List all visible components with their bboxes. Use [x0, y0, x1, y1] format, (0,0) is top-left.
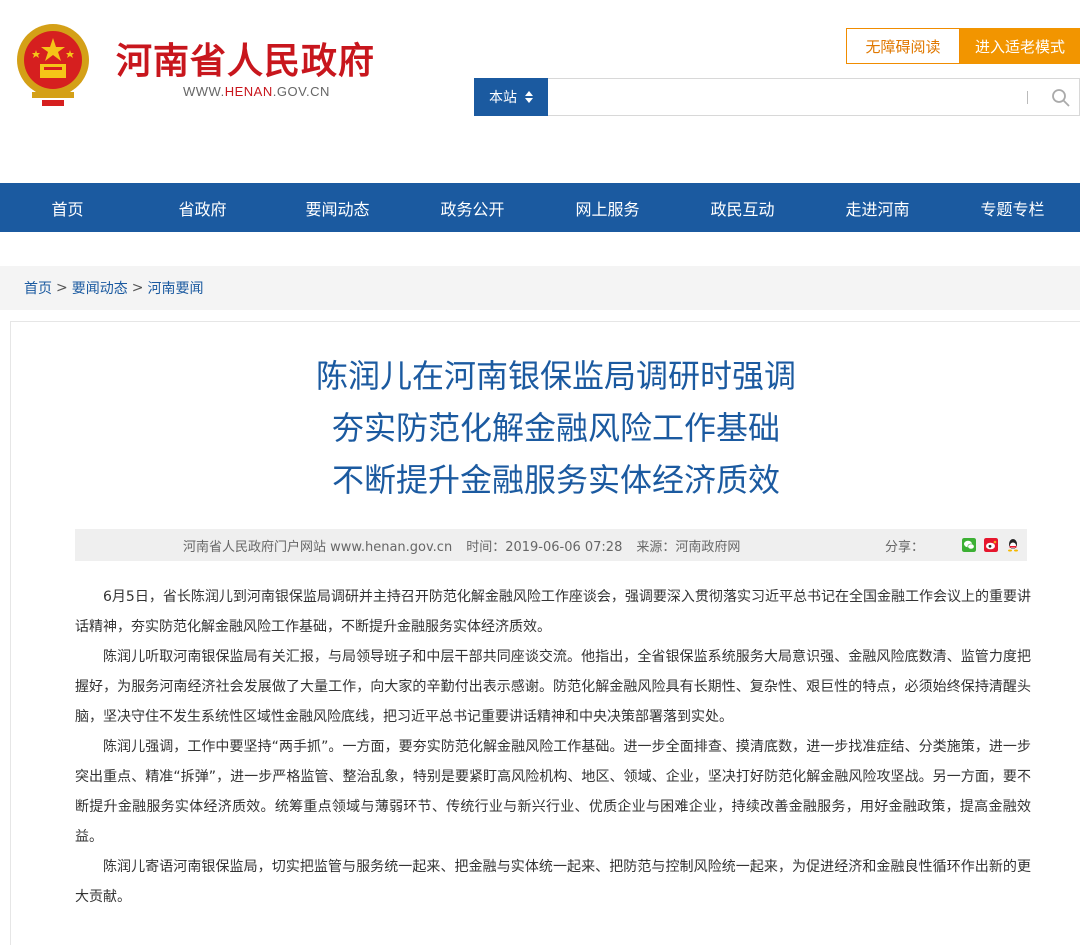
- wechat-icon[interactable]: [962, 538, 977, 552]
- article-paragraph: 陈润儿寄语河南银保监局，切实把监管与服务统一起来、把金融与实体统一起来、把防范与…: [75, 859, 1031, 905]
- site-url: WWW.HENAN.GOV.CN: [183, 84, 330, 99]
- article-title: 陈润儿在河南银保监局调研时强调 夯实防范化解金融风险工作基础 不断提升金融服务实…: [11, 350, 1080, 506]
- main-nav: 首页 省政府 要闻动态 政务公开 网上服务 政民互动 走进河南 专题专栏: [0, 183, 1080, 232]
- qq-icon[interactable]: [1006, 538, 1020, 552]
- article-title-line: 陈润儿在河南银保监局调研时强调: [315, 357, 796, 395]
- nav-item-gov-affairs[interactable]: 政务公开: [405, 183, 540, 232]
- site-url-suffix: .GOV.CN: [272, 84, 330, 99]
- nav-item-about-henan[interactable]: 走进河南: [810, 183, 945, 232]
- search-icon[interactable]: [1051, 88, 1071, 108]
- share-label: 分享：: [885, 539, 925, 555]
- article-meta-bar: 河南省人民政府门户网站 www.henan.gov.cn 时间：2019-06-…: [75, 529, 1027, 561]
- site-url-prefix: WWW.: [183, 84, 225, 99]
- nav-item-interaction[interactable]: 政民互动: [675, 183, 810, 232]
- article-body: 6月5日，省长陈润儿到河南银保监局调研并主持召开防范化解金融风险工作座谈会，强调…: [75, 582, 1031, 912]
- article-paragraph: 6月5日，省长陈润儿到河南银保监局调研并主持召开防范化解金融风险工作座谈会，强调…: [75, 589, 1031, 635]
- accessibility-reading-button[interactable]: 无障碍阅读: [846, 28, 960, 64]
- breadcrumb-separator: >: [131, 280, 144, 296]
- meta-site: 河南省人民政府门户网站 www.henan.gov.cn: [183, 539, 453, 555]
- search-scope-select[interactable]: 本站: [474, 78, 548, 116]
- breadcrumb-separator: >: [56, 280, 68, 296]
- nav-item-news[interactable]: 要闻动态: [270, 183, 405, 232]
- national-emblem-icon[interactable]: [12, 20, 94, 108]
- breadcrumb-henan-news[interactable]: 河南要闻: [147, 278, 203, 298]
- sort-arrows-icon: [525, 91, 533, 103]
- site-title[interactable]: 河南省人民政府: [116, 32, 375, 84]
- article-paragraph: 陈润儿强调，工作中要坚持“两手抓”。一方面，要夯实防范化解金融风险工作基础。进一…: [75, 739, 1031, 845]
- nav-item-special-topics[interactable]: 专题专栏: [945, 183, 1080, 232]
- nav-item-home[interactable]: 首页: [0, 183, 135, 232]
- breadcrumb-news[interactable]: 要闻动态: [72, 278, 128, 298]
- article-title-line: 不断提升金融服务实体经济质效: [331, 461, 780, 499]
- site-url-brand: HENAN: [224, 84, 273, 99]
- article: 陈润儿在河南银保监局调研时强调 夯实防范化解金融风险工作基础 不断提升金融服务实…: [10, 321, 1080, 945]
- article-title-line: 夯实防范化解金融风险工作基础: [331, 409, 780, 447]
- meta-time: 时间：2019-06-06 07:28: [466, 539, 623, 555]
- article-meta: 河南省人民政府门户网站 www.henan.gov.cn 时间：2019-06-…: [183, 529, 740, 561]
- nav-item-provincial-gov[interactable]: 省政府: [135, 183, 270, 232]
- breadcrumb-home[interactable]: 首页: [24, 278, 52, 298]
- elder-mode-button[interactable]: 进入适老模式: [960, 28, 1080, 64]
- search-scope-label: 本站: [489, 90, 517, 106]
- article-paragraph: 陈润儿听取河南银保监局有关汇报，与局领导班子和中层干部共同座谈交流。他指出，全省…: [75, 649, 1031, 725]
- breadcrumb: 首页 > 要闻动态 > 河南要闻: [0, 266, 1080, 310]
- site-header: 河南省人民政府 WWW.HENAN.GOV.CN 无障碍阅读 进入适老模式 本站: [0, 0, 1080, 183]
- search-divider: [1027, 91, 1028, 104]
- search-input[interactable]: [555, 83, 995, 111]
- nav-item-online-services[interactable]: 网上服务: [540, 183, 675, 232]
- meta-source: 来源：河南政府网: [636, 539, 741, 555]
- search-bar: 本站: [474, 78, 1080, 116]
- share-bar: 分享：: [885, 529, 1020, 561]
- weibo-icon[interactable]: [984, 538, 999, 552]
